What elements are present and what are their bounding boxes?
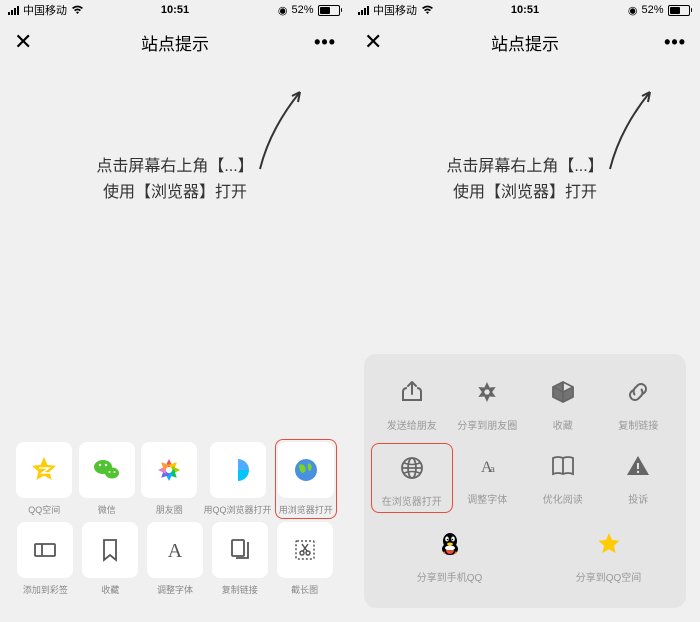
tile-copy[interactable]: 复制链接 xyxy=(210,522,269,596)
qqbrowser-icon xyxy=(210,442,266,498)
battery-pct: 52% xyxy=(291,4,313,16)
tile-globe-gray[interactable]: 在浏览器打开 xyxy=(371,443,453,513)
battery-pct: 52% xyxy=(641,4,663,16)
content-area: 点击屏幕右上角【...】 使用【浏览器】打开 xyxy=(350,64,700,354)
bookmark-icon xyxy=(82,522,138,578)
tile-qq[interactable]: 分享到手机QQ xyxy=(382,524,517,584)
close-button[interactable]: ✕ xyxy=(14,29,32,55)
wifi-icon xyxy=(421,5,434,15)
tile-share[interactable]: 发送给朋友 xyxy=(374,372,450,432)
more-button[interactable]: ••• xyxy=(314,32,336,53)
tile-qzone[interactable]: QQ空间 xyxy=(16,442,73,516)
tile-wechat[interactable]: 微信 xyxy=(79,442,136,516)
tile-moments[interactable]: 朋友圈 xyxy=(141,442,198,516)
tile-qqbrowser[interactable]: 用QQ浏览器打开 xyxy=(204,442,272,516)
screen-right: 中国移动 10:51 ◉ 52% ✕ 站点提示 ••• 点击屏幕右上角【...】… xyxy=(350,0,700,622)
tile-aa[interactable]: Aa 调整字体 xyxy=(450,446,526,510)
status-bar: 中国移动 10:51 ◉ 52% xyxy=(0,0,350,20)
qq-icon xyxy=(425,524,475,564)
scissors-icon xyxy=(277,522,333,578)
tile-qzone-star[interactable]: 分享到QQ空间 xyxy=(541,524,676,584)
tile-label: 添加到彩签 xyxy=(23,583,68,596)
copy-icon xyxy=(212,522,268,578)
globe-icon xyxy=(278,442,334,498)
svg-text:a: a xyxy=(490,463,495,475)
screen-left: 中国移动 10:51 ◉ 52% ✕ 站点提示 ••• 点击屏幕右上角【...】… xyxy=(0,0,350,622)
tile-bookmark[interactable]: 收藏 xyxy=(81,522,140,596)
header: ✕ 站点提示 ••• xyxy=(350,20,700,64)
cube-icon xyxy=(538,372,588,412)
carrier-label: 中国移动 xyxy=(373,2,417,18)
tile-cube[interactable]: 收藏 xyxy=(525,372,601,432)
battery-icon-indicator: ◉ xyxy=(628,4,638,17)
tile-label: 微信 xyxy=(98,503,116,516)
tile-label: QQ空间 xyxy=(28,503,60,516)
tile-label: 复制链接 xyxy=(618,417,658,432)
instruction-line2: 使用【浏览器】打开 xyxy=(0,180,350,206)
moments-icon xyxy=(141,442,197,498)
warn-icon xyxy=(613,446,663,486)
tile-link[interactable]: 复制链接 xyxy=(601,372,677,432)
tile-label: 朋友圈 xyxy=(156,503,183,516)
tile-label: 收藏 xyxy=(101,583,119,596)
page-title: 站点提示 xyxy=(491,30,559,55)
status-bar: 中国移动 10:51 ◉ 52% xyxy=(350,0,700,20)
rect-icon xyxy=(17,522,73,578)
carrier-label: 中国移动 xyxy=(23,2,67,18)
clock: 10:51 xyxy=(511,4,539,16)
tile-label: 用浏览器打开 xyxy=(279,503,333,516)
signal-icon xyxy=(8,6,19,15)
wechat-icon xyxy=(79,442,135,498)
share-sheet-left: QQ空间 微信 朋友圈 用QQ浏览器打开用浏览器打开 添加到彩签 收藏 A 调整字体 复制链接… xyxy=(0,432,350,622)
tile-font[interactable]: A 调整字体 xyxy=(146,522,205,596)
battery-icon-indicator: ◉ xyxy=(278,4,288,17)
tile-label: 分享到QQ空间 xyxy=(576,569,642,584)
arrow-icon xyxy=(250,84,310,174)
header: ✕ 站点提示 ••• xyxy=(0,20,350,64)
tile-label: 投诉 xyxy=(628,491,648,506)
svg-text:A: A xyxy=(168,540,183,562)
tile-globe[interactable]: 用浏览器打开 xyxy=(275,439,338,519)
tile-label: 截长图 xyxy=(291,583,318,596)
tile-warn[interactable]: 投诉 xyxy=(601,446,677,510)
more-button[interactable]: ••• xyxy=(664,32,686,53)
tile-label: 分享到手机QQ xyxy=(417,569,483,584)
page-title: 站点提示 xyxy=(141,30,209,55)
arrow-icon xyxy=(600,84,660,174)
battery-icon xyxy=(318,5,343,16)
globe-gray-icon xyxy=(387,448,437,488)
book-icon xyxy=(538,446,588,486)
content-area: 点击屏幕右上角【...】 使用【浏览器】打开 xyxy=(0,64,350,432)
tile-label: 调整字体 xyxy=(157,583,193,596)
tile-label: 调整字体 xyxy=(467,491,507,506)
clock: 10:51 xyxy=(161,4,189,16)
close-button[interactable]: ✕ xyxy=(364,29,382,55)
tile-label: 优化阅读 xyxy=(543,491,583,506)
tile-label: 用QQ浏览器打开 xyxy=(204,503,272,516)
moments-gray-icon xyxy=(462,372,512,412)
tile-rect[interactable]: 添加到彩签 xyxy=(16,522,75,596)
tile-moments-gray[interactable]: 分享到朋友圈 xyxy=(450,372,526,432)
font-icon: A xyxy=(147,522,203,578)
battery-icon xyxy=(668,5,693,16)
wifi-icon xyxy=(71,5,84,15)
tile-label: 收藏 xyxy=(553,417,573,432)
tile-label: 发送给朋友 xyxy=(387,417,437,432)
tile-book[interactable]: 优化阅读 xyxy=(525,446,601,510)
tile-label: 分享到朋友圈 xyxy=(457,417,517,432)
tile-label: 在浏览器打开 xyxy=(382,493,442,508)
instruction-line2: 使用【浏览器】打开 xyxy=(350,180,700,206)
tile-label: 复制链接 xyxy=(222,583,258,596)
signal-icon xyxy=(358,6,369,15)
qzone-icon xyxy=(16,442,72,498)
share-sheet-right: 发送给朋友 分享到朋友圈 收藏 复制链接 在浏览器打开 Aa 调整字体 优化阅读 投诉 分享到… xyxy=(364,354,686,608)
share-icon xyxy=(387,372,437,412)
link-icon xyxy=(613,372,663,412)
aa-icon: Aa xyxy=(462,446,512,486)
tile-scissors[interactable]: 截长图 xyxy=(275,522,334,596)
qzone-star-icon xyxy=(584,524,634,564)
